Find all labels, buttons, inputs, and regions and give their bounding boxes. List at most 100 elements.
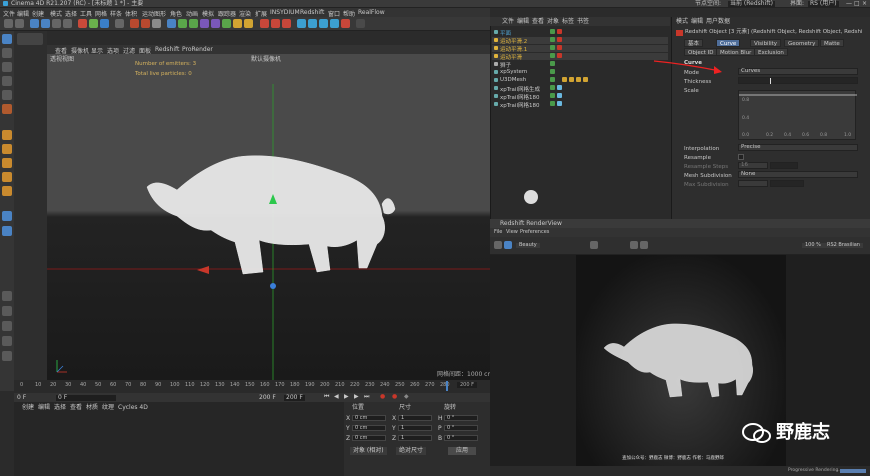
xparticles-mesher-icon[interactable] — [330, 19, 339, 28]
tool-option-2-icon[interactable] — [2, 306, 12, 316]
tab-basic[interactable]: 基本 — [684, 39, 704, 47]
object-row[interactable]: xpTrail网格180 — [492, 101, 668, 109]
tool-option-5-icon[interactable] — [2, 351, 12, 361]
rv-menu-preferences[interactable]: Preferences — [520, 230, 549, 235]
tab-geometry[interactable]: Geometry — [784, 39, 820, 47]
end-frame[interactable]: 200 F — [259, 395, 276, 401]
rv-zoom-dropdown[interactable]: 100 % — [802, 243, 824, 248]
render-view-icon[interactable] — [130, 19, 139, 28]
layout-icon[interactable] — [356, 19, 365, 28]
redshift-light-icon[interactable] — [260, 19, 269, 28]
minimize-icon[interactable]: — — [846, 1, 852, 7]
interpolation-dropdown[interactable]: Precise — [738, 144, 858, 151]
axis-y-icon[interactable] — [89, 19, 98, 28]
render-settings-icon[interactable] — [152, 19, 161, 28]
redshift-tag-icon[interactable] — [557, 93, 562, 98]
resample-steps-field[interactable]: 16 — [738, 162, 768, 169]
move-tool-icon[interactable] — [41, 19, 50, 28]
xparticles-system-icon[interactable] — [319, 19, 328, 28]
object-row[interactable]: 运动平滑.1 — [492, 45, 668, 53]
tab-curve[interactable]: Curve — [716, 39, 741, 47]
attr-menu-userdata[interactable]: 用户数据 — [706, 19, 730, 25]
redshift-tag-icon[interactable] — [557, 85, 562, 90]
rv-save-icon[interactable] — [640, 241, 648, 249]
tab-exclusion[interactable]: Exclusion — [754, 48, 788, 56]
sculpt-icon[interactable] — [2, 158, 12, 168]
mesh-subdivision-dropdown[interactable]: None — [738, 171, 858, 178]
redo-icon[interactable] — [15, 19, 24, 28]
object-row[interactable]: U3DMesh — [492, 77, 668, 84]
mat-menu-edit[interactable]: 编辑 — [38, 405, 50, 411]
go-start-icon[interactable]: ⏮ — [324, 394, 329, 400]
node-space-dropdown[interactable]: 当前 (Redshift) — [728, 1, 775, 7]
select-tool-icon[interactable] — [30, 19, 39, 28]
xp-tag-icon[interactable] — [569, 77, 574, 82]
tab-matte[interactable]: Matte — [820, 39, 844, 47]
cloner-icon[interactable] — [200, 19, 209, 28]
thickness-slider[interactable] — [738, 77, 858, 84]
autokey-icon[interactable]: ● — [392, 394, 397, 400]
go-end-icon[interactable]: ⏭ — [364, 394, 369, 400]
object-row[interactable]: xpTrail网格生成 — [492, 85, 668, 93]
visibility-check-icon[interactable] — [550, 85, 555, 90]
xparticles-generator-icon[interactable] — [2, 226, 12, 236]
obj-menu-bookmarks[interactable]: 书签 — [577, 19, 589, 25]
paint-icon[interactable] — [2, 172, 12, 182]
floor-icon[interactable] — [222, 19, 231, 28]
size-mode-dropdown[interactable]: 绝对尺寸 — [396, 447, 427, 455]
visibility-check-icon[interactable] — [550, 53, 555, 58]
texture-mode-icon[interactable] — [2, 48, 12, 58]
3d-viewport[interactable]: 透视视图 默认摄像机 Number of emitters: 3 Total l… — [47, 54, 493, 380]
redshift-tag-icon[interactable] — [557, 101, 562, 106]
undo-icon[interactable] — [4, 19, 13, 28]
record-icon[interactable]: ● — [380, 394, 385, 400]
point-mode-icon[interactable] — [2, 62, 12, 72]
keyframe-icon[interactable]: ◆ — [404, 394, 409, 400]
xparticles-trail-icon[interactable] — [308, 19, 317, 28]
visibility-check-icon[interactable] — [550, 93, 555, 98]
coord-mode-dropdown[interactable]: 对象 (相对) — [350, 447, 387, 455]
menu-realflow[interactable]: RealFlow — [358, 9, 385, 16]
object-row[interactable]: 运动平滑.2 — [492, 37, 668, 45]
rv-ipr-icon[interactable] — [504, 241, 512, 249]
thickness-slider-handle[interactable] — [770, 78, 771, 84]
mat-menu-material[interactable]: 材质 — [86, 405, 98, 411]
object-row[interactable]: 平面 — [492, 29, 668, 37]
close-icon[interactable]: × — [862, 1, 867, 7]
mat-menu-select[interactable]: 选择 — [54, 405, 66, 411]
vp-menu-redshift[interactable]: Redshift — [155, 46, 179, 53]
position-z-field[interactable]: 0 cm — [352, 435, 386, 441]
material-tag-icon[interactable] — [557, 45, 562, 50]
rv-menu-file[interactable]: File — [494, 230, 502, 235]
attr-menu-mode[interactable]: 模式 — [676, 19, 688, 25]
pen-spline-icon[interactable] — [178, 19, 187, 28]
rv-snapshot-icon[interactable] — [630, 241, 638, 249]
rotation-h-field[interactable]: 0 ° — [444, 415, 478, 421]
visibility-check-icon[interactable] — [550, 29, 555, 34]
render-picture-viewer-icon[interactable] — [141, 19, 150, 28]
tool-option-4-icon[interactable] — [2, 336, 12, 346]
size-x-field[interactable]: 1 — [398, 415, 432, 421]
timeline-playhead[interactable] — [446, 381, 448, 391]
attr-menu-edit[interactable]: 编辑 — [691, 19, 703, 25]
max-subdivision-slider[interactable] — [770, 180, 804, 187]
solo-icon[interactable] — [2, 144, 12, 154]
tab-object-id[interactable]: Object ID — [684, 48, 718, 56]
xp-tag-icon[interactable] — [576, 77, 581, 82]
xp-tag-icon[interactable] — [583, 77, 588, 82]
menu-insydium[interactable]: INSYDIUM — [270, 9, 300, 16]
camera-icon[interactable] — [233, 19, 242, 28]
axis-x-icon[interactable] — [78, 19, 87, 28]
polygon-mode-icon[interactable] — [2, 90, 12, 100]
prev-frame-icon[interactable]: ◀ — [334, 394, 339, 400]
cube-object-icon[interactable] — [167, 19, 176, 28]
redshift-dome-icon[interactable] — [271, 19, 280, 28]
object-row[interactable]: 运动平滑 — [492, 53, 668, 61]
obj-menu-edit[interactable]: 编辑 — [517, 19, 529, 25]
material-tag-icon[interactable] — [557, 53, 562, 58]
snap-icon[interactable] — [2, 104, 12, 114]
mat-menu-cycles4d[interactable]: Cycles 4D — [118, 405, 148, 411]
visibility-check-icon[interactable] — [550, 101, 555, 106]
visibility-check-icon[interactable] — [550, 69, 555, 74]
redshift-camera-icon[interactable] — [282, 19, 291, 28]
